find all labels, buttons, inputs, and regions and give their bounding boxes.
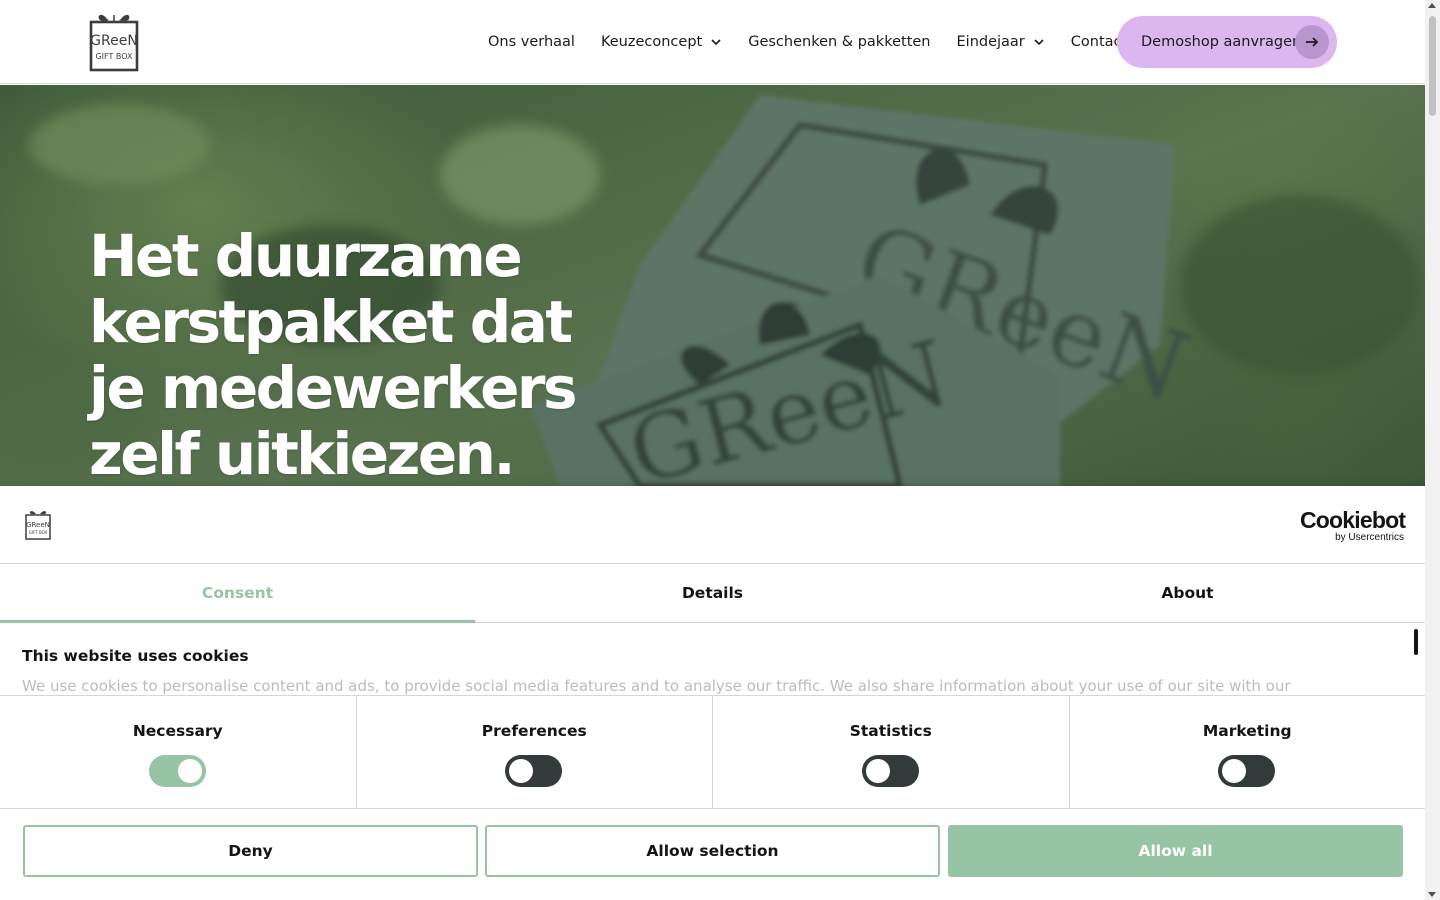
tab-label: Details [681,584,744,602]
cookie-category-toggles: Necessary Preferences Statistics Marketi… [0,695,1425,809]
toggle-knob [865,759,890,783]
marketing-toggle[interactable] [1218,755,1276,787]
scrollbar-thumb[interactable] [1429,16,1436,116]
toggle-knob [1222,759,1247,783]
hero-title-line: zelf uitkiezen. [89,420,516,486]
hero-title-line: Het duurzame [89,222,523,290]
category-label: Preferences [481,722,587,740]
site-header: GReeN GIFT BOX Ons verhaal Keuzeconcept … [0,0,1425,84]
svg-text:GReeN: GReeN [26,521,50,529]
deny-button[interactable]: Deny [23,825,478,877]
cookiebot-logo[interactable]: Cookiebot by Usercentrics [1300,507,1406,544]
cookie-dialog-header: GReeN GIFT BOX Cookiebot by Usercentrics [0,486,1425,564]
demoshop-aanvragen-button[interactable]: Demoshop aanvragen [1117,16,1337,68]
green-gift-box-logo[interactable]: GReeN GIFT BOX [89,11,139,72]
green-gift-box-logo: GReeN GIFT BOX [25,511,51,540]
statistics-toggle[interactable] [861,755,919,787]
cookie-action-buttons: Deny Allow selection Allow all [0,809,1425,900]
category-preferences: Preferences [357,696,713,808]
tab-consent[interactable]: Consent [0,564,475,623]
tab-label: Consent [201,584,274,602]
cookiebot-subtitle: by Usercentrics [1335,532,1404,543]
cookie-description: We use cookies to personalise content an… [22,677,1291,695]
category-statistics: Statistics [713,696,1070,808]
tab-label: About [1161,584,1214,602]
svg-text:GIFT BOX: GIFT BOX [95,52,133,61]
scroll-up-icon[interactable] [1428,3,1436,8]
svg-text:GIFT BOX: GIFT BOX [29,530,48,535]
chevron-down-icon [711,39,721,46]
hero-title-line: je medewerkers [89,354,578,422]
hero-title-line: kerstpakket dat [89,288,573,356]
cookie-body: This website uses cookies We use cookies… [0,623,1425,695]
nav-label: Eindejaar [956,34,1025,50]
category-label: Marketing [1202,722,1292,740]
nav-label: Keuzeconcept [600,34,703,50]
cta-label: Demoshop aanvragen [1141,34,1302,50]
cookie-heading: This website uses cookies [22,647,249,665]
page-scrollbar[interactable] [1425,0,1440,900]
scroll-down-icon[interactable] [1428,892,1436,897]
cookie-body-scrollbar[interactable] [1414,629,1418,655]
arrow-right-icon [1295,25,1329,59]
hero-section: GReeN GIFT GReeN Het duurzame kerstpakke… [0,85,1425,486]
toggle-knob [177,759,202,783]
nav-keuzeconcept[interactable]: Keuzeconcept [601,34,722,50]
category-label: Statistics [849,722,932,740]
tab-about[interactable]: About [950,564,1425,622]
necessary-toggle[interactable] [148,755,206,787]
category-marketing: Marketing [1070,696,1426,808]
nav-label: Geschenken & pakketten [748,34,931,50]
cookiebot-wordmark: Cookiebot [1300,507,1406,533]
cookie-consent-dialog: GReeN GIFT BOX Cookiebot by Usercentrics… [0,486,1425,900]
nav-ons-verhaal[interactable]: Ons verhaal [488,34,575,50]
nav-label: Ons verhaal [488,34,575,50]
tab-details[interactable]: Details [475,564,950,622]
category-label: Necessary [132,722,223,740]
main-nav: Ons verhaal Keuzeconcept Geschenken & pa… [488,0,1127,84]
allow-all-button[interactable]: Allow all [948,825,1403,877]
nav-geschenken-pakketten[interactable]: Geschenken & pakketten [748,34,930,50]
preferences-toggle[interactable] [505,755,563,787]
svg-text:GReeN: GReeN [90,33,138,49]
category-necessary: Necessary [0,696,357,808]
toggle-knob [509,759,534,783]
hero-title: Het duurzame kerstpakket dat je medewerk… [89,223,609,486]
nav-eindejaar[interactable]: Eindejaar [957,34,1045,50]
allow-selection-button[interactable]: Allow selection [485,825,940,877]
cookie-tabs: Consent Details About [0,564,1425,623]
chevron-down-icon [1034,39,1044,46]
